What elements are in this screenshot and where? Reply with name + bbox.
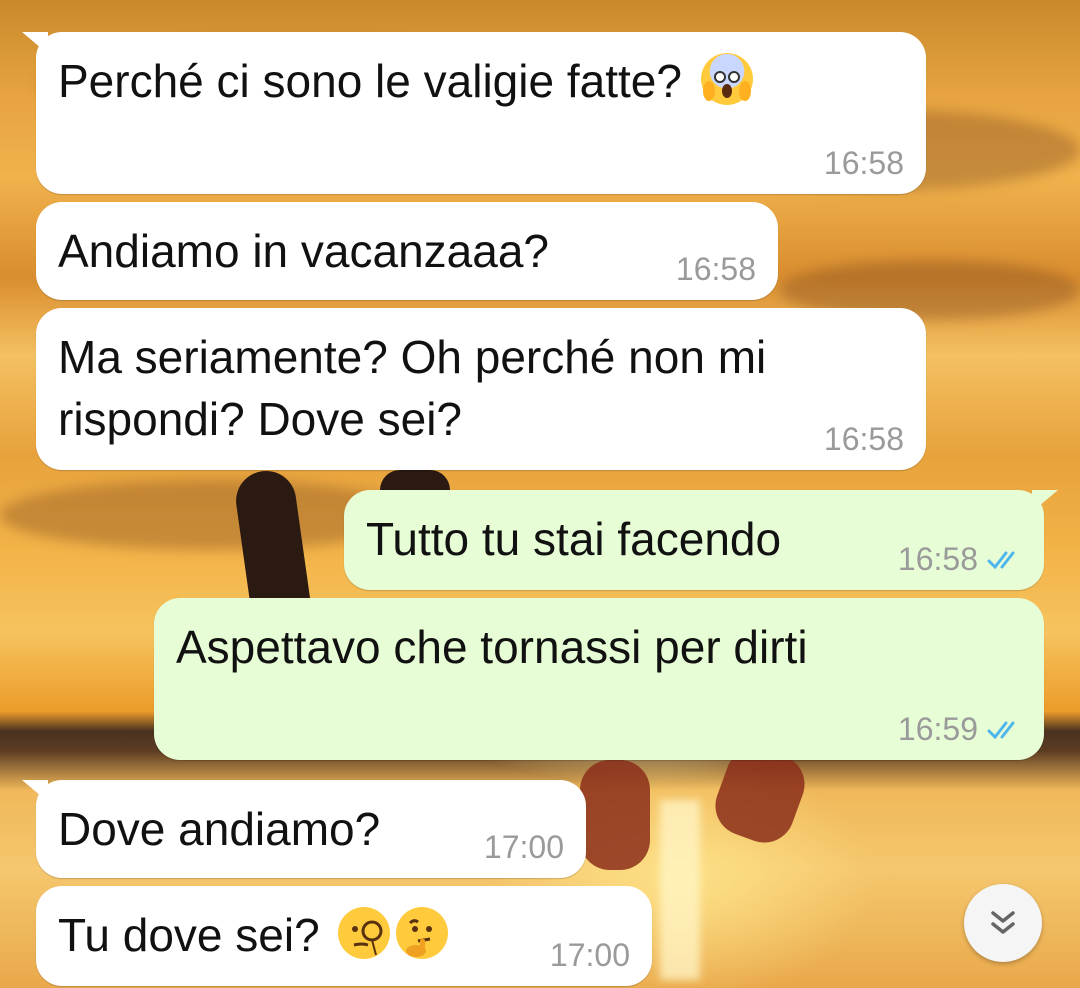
- message-bubble-incoming[interactable]: Ma seriamente? Oh perché non mi rispondi…: [36, 308, 926, 470]
- message-text: Perché ci sono le valigie fatte?: [58, 50, 904, 112]
- double-check-read-icon: [987, 721, 1015, 739]
- message-bubble-outgoing[interactable]: Tutto tu stai facendo 16:58: [344, 490, 1058, 590]
- message-text: Aspettavo che tornassi per dirti: [176, 621, 808, 673]
- face-screaming-in-fear-icon: [700, 53, 753, 105]
- message-timestamp: 17:00: [549, 937, 630, 973]
- double-chevron-down-icon: [991, 911, 1015, 934]
- scroll-to-bottom-button[interactable]: [964, 884, 1042, 962]
- message-timestamp: 16:58: [898, 540, 1026, 578]
- message-bubble-incoming[interactable]: Andiamo in vacanzaaa? 16:58: [36, 202, 778, 300]
- message-bubble-outgoing[interactable]: Aspettavo che tornassi per dirti 16:59: [154, 598, 1044, 760]
- message-timestamp: 16:58: [823, 145, 904, 181]
- double-check-read-icon: [987, 551, 1015, 569]
- message-timestamp: 16:58: [675, 251, 756, 287]
- message-text: Andiamo in vacanzaaa?: [58, 225, 549, 277]
- message-text: Tu dove sei?: [58, 904, 630, 966]
- message-timestamp: 16:58: [823, 421, 904, 457]
- message-text: Ma seriamente? Oh perché non mi rispondi…: [58, 331, 767, 445]
- message-bubble-incoming[interactable]: Tu dove sei? 17:00: [36, 886, 652, 986]
- message-bubble-incoming[interactable]: Perché ci sono le valigie fatte? 16:58: [22, 32, 926, 194]
- face-with-monocle-icon: [338, 907, 391, 959]
- message-bubble-incoming[interactable]: Dove andiamo? 17:00: [22, 780, 586, 878]
- message-timestamp: 16:59: [898, 710, 1026, 748]
- thinking-face-icon: [396, 907, 449, 959]
- message-timestamp: 17:00: [483, 829, 564, 865]
